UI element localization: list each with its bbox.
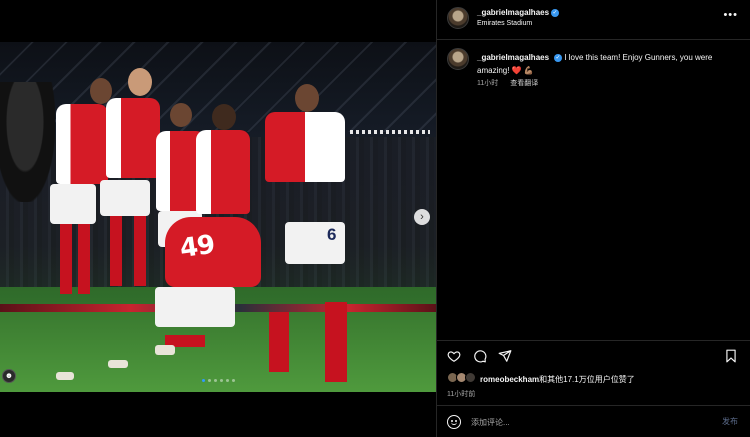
likes-text[interactable]: romeobeckham和其他17.1万位用户位赞了	[480, 374, 635, 385]
post-photo[interactable]: 49 6	[0, 42, 436, 392]
post-media: 49 6 › ☻	[0, 0, 436, 437]
verified-badge-icon: ✓	[554, 53, 563, 62]
post-comment-button[interactable]: 发布	[722, 416, 738, 427]
paper-plane-icon[interactable]	[498, 349, 512, 363]
flexed-arm-emoji-icon: 💪🏽	[523, 66, 534, 75]
tv-camera	[0, 82, 55, 202]
verified-badge-icon: ✓	[551, 8, 560, 17]
player-rice	[100, 62, 160, 368]
caption-avatar[interactable]	[447, 48, 469, 70]
caption-time: 11小时	[477, 80, 499, 87]
shirt-number-49: 49	[178, 229, 217, 265]
post-header: _gabrielmagalhaes ✓ Emirates Stadium •••	[437, 0, 750, 40]
carousel-dot	[225, 379, 229, 382]
carousel-dot	[213, 379, 217, 382]
comment-input[interactable]	[471, 415, 701, 429]
next-slide-button[interactable]: ›	[414, 209, 430, 225]
caption-username[interactable]: _gabrielmagalhaes	[477, 53, 549, 62]
shirt-number-6: 6	[327, 225, 337, 244]
floodlights	[350, 130, 430, 134]
likes-rest-text: 和其他17.1万位用户位赞了	[539, 375, 635, 384]
author-username[interactable]: _gabrielmagalhaes ✓	[477, 8, 560, 17]
comment-bar: 发布	[437, 405, 750, 437]
carousel-dot	[219, 379, 223, 382]
see-translation-link[interactable]: 查看翻译	[510, 80, 538, 87]
post-timestamp: 11小时前	[447, 391, 476, 398]
caption-text: _gabrielmagalhaes ✓ I love this team! Enj…	[477, 51, 739, 77]
player-left	[48, 72, 112, 380]
action-bar	[437, 340, 750, 374]
caption-meta: 11小时 查看翻译	[477, 78, 548, 88]
liker-avatar	[465, 372, 476, 383]
carousel-dot	[207, 379, 211, 382]
author-username-text[interactable]: _gabrielmagalhaes	[477, 8, 549, 17]
tagged-users-icon[interactable]: ☻	[2, 369, 16, 383]
location-link[interactable]: Emirates Stadium	[477, 20, 532, 27]
bookmark-icon[interactable]	[724, 349, 738, 363]
red-heart-emoji-icon: ❤️	[511, 66, 522, 75]
comment-bubble-icon[interactable]	[473, 349, 487, 363]
carousel-dot	[201, 379, 205, 382]
carousel-dots	[0, 379, 436, 382]
player-saliba	[265, 82, 355, 382]
more-options-icon[interactable]: •••	[723, 9, 738, 21]
author-avatar[interactable]	[447, 7, 469, 29]
heart-outline-icon[interactable]	[447, 349, 461, 363]
liker-username[interactable]: romeobeckham	[480, 375, 539, 384]
post-sidebar: _gabrielmagalhaes ✓ Emirates Stadium ••• …	[436, 0, 750, 437]
emoji-picker-icon[interactable]	[447, 415, 461, 429]
carousel-dot	[231, 379, 235, 382]
